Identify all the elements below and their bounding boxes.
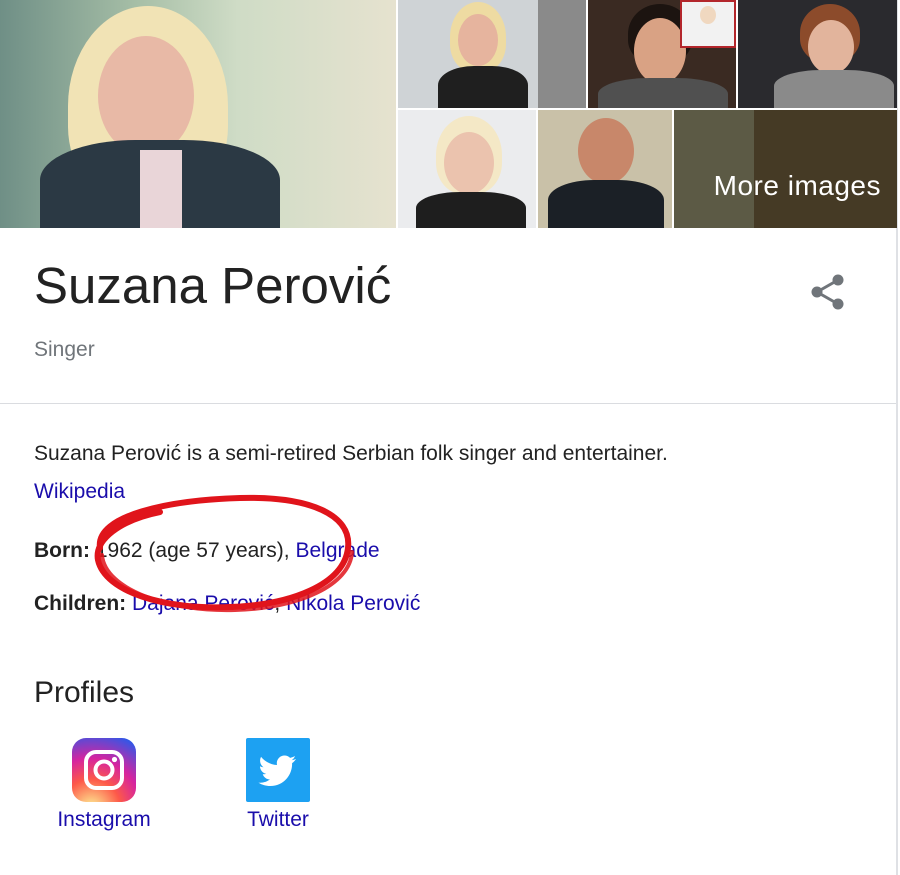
twitter-icon [246, 738, 310, 802]
instagram-icon [72, 738, 136, 802]
entity-title: Suzana Perović [34, 257, 392, 314]
share-icon [811, 274, 844, 310]
entity-subtitle: Singer [34, 338, 95, 361]
wikipedia-link[interactable]: Wikipedia [34, 480, 125, 503]
profile-instagram-label[interactable]: Instagram [39, 808, 169, 832]
profile-instagram[interactable]: Instagram [39, 738, 169, 832]
fact-born: Born: 1962 (age 57 years), Belgrade [34, 539, 380, 563]
more-images-tile[interactable]: More images [674, 110, 897, 228]
more-images-link[interactable]: More images [714, 170, 881, 202]
thumbnail-image[interactable] [538, 110, 672, 228]
knowledge-panel: More images Suzana Perović Singer Suzana… [0, 0, 898, 875]
section-divider [0, 403, 896, 404]
main-image[interactable] [0, 0, 396, 228]
profile-twitter-label[interactable]: Twitter [213, 808, 343, 832]
child-link-dajana[interactable]: Dajana Perović [132, 592, 274, 615]
profile-twitter[interactable]: Twitter [213, 738, 343, 832]
thumbnail-image[interactable] [398, 0, 586, 108]
children-separator: , [274, 592, 281, 615]
thumbnail-image[interactable] [398, 110, 536, 228]
profiles-heading: Profiles [34, 676, 135, 709]
image-grid: More images [0, 0, 897, 228]
child-link-nikola[interactable]: Nikola Perović [286, 592, 420, 615]
fact-born-label: Born: [34, 539, 90, 562]
more-images-overlay [674, 110, 897, 228]
fact-children: Children: Dajana Perović, Nikola Perović [34, 592, 420, 616]
thumbnail-image[interactable] [738, 0, 897, 108]
fact-born-place-link[interactable]: Belgrade [295, 539, 379, 562]
description-text: Suzana Perović is a semi-retired Serbian… [34, 442, 668, 465]
fact-born-value: 1962 (age 57 years), [95, 539, 290, 562]
share-button[interactable] [806, 270, 850, 314]
fact-children-label: Children: [34, 592, 127, 615]
thumbnail-image[interactable] [588, 0, 736, 108]
entity-description: Suzana Perović is a semi-retired Serbian… [34, 435, 854, 511]
